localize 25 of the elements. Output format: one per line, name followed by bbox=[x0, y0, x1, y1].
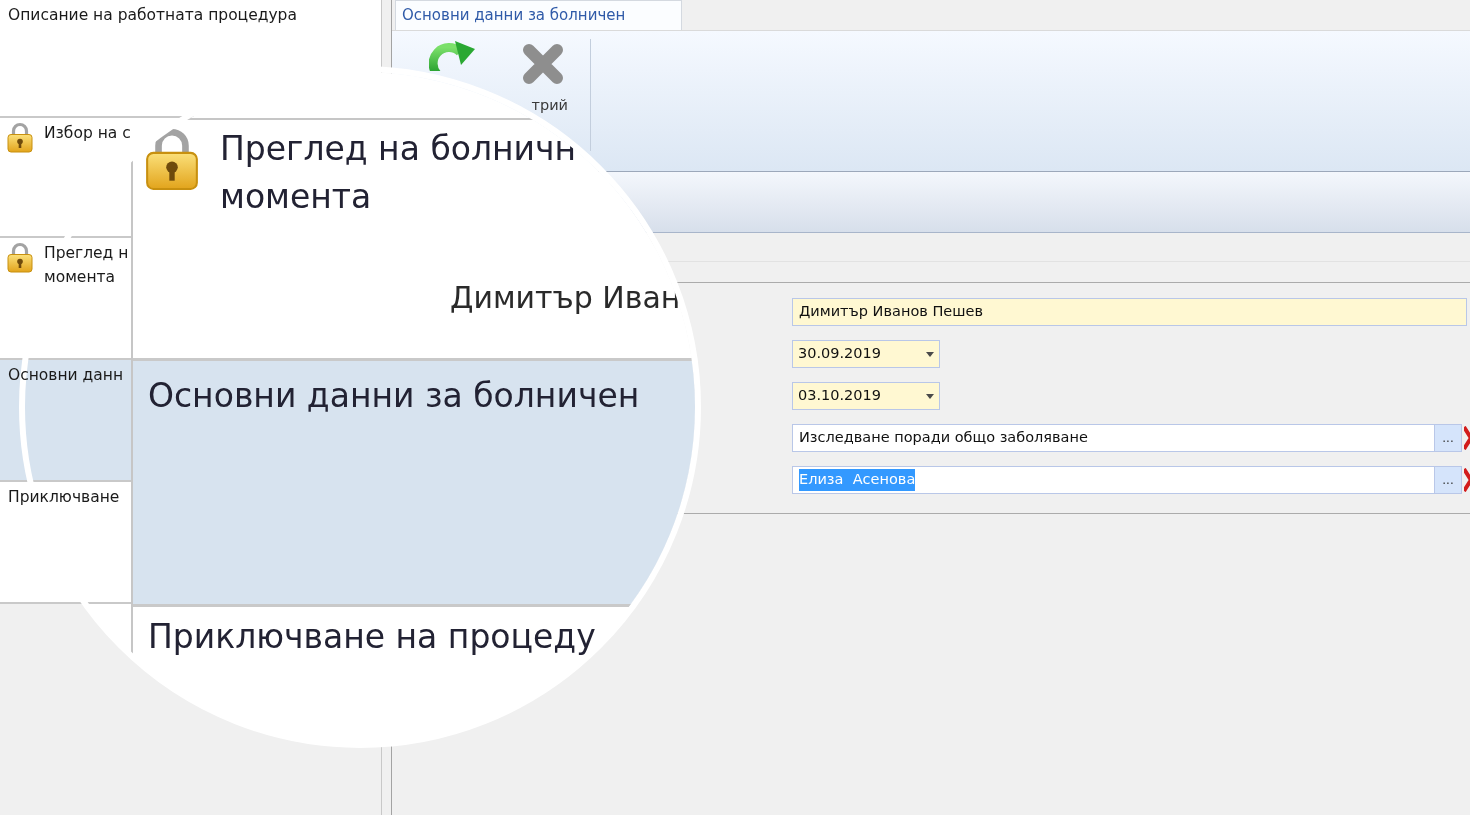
browse-button[interactable]: ... bbox=[1435, 466, 1462, 494]
x-icon bbox=[1464, 468, 1470, 492]
step-label: Преглед н момента bbox=[44, 243, 129, 288]
x-icon bbox=[1464, 426, 1470, 450]
lookup-field[interactable]: Изследване поради общо заболяване bbox=[792, 424, 1435, 452]
date-field[interactable]: 03.10.2019 bbox=[792, 382, 940, 410]
step-item[interactable]: Основни данн bbox=[0, 360, 131, 482]
step-label: Основни данни за болничен bbox=[148, 375, 640, 417]
caret-icon bbox=[926, 393, 934, 399]
step-item[interactable]: Основни данни за болничен bbox=[133, 361, 695, 607]
tab[interactable]: Основни данни за болничен bbox=[395, 0, 682, 30]
step-label: Описание на работната процедура bbox=[8, 5, 297, 26]
step-label: Преглед на болничн момента bbox=[220, 128, 577, 218]
selected-text: Елиза Асенова bbox=[799, 469, 916, 491]
step-label: Приключване на процеду bbox=[148, 616, 596, 658]
step-label: Избор на с bbox=[44, 123, 131, 144]
refresh-icon bbox=[429, 39, 477, 71]
browse-button[interactable]: ... bbox=[1435, 424, 1462, 452]
text-field[interactable]: Димитър Иванов Пешев bbox=[792, 298, 1467, 326]
step-label: Основни данн bbox=[8, 365, 124, 386]
delete-button[interactable]: трий bbox=[514, 37, 572, 112]
person-name: Димитър Иван bbox=[450, 279, 681, 317]
caret-icon bbox=[926, 351, 934, 357]
step-label: Приключване bbox=[8, 487, 120, 508]
date-field[interactable]: 30.09.2019 bbox=[792, 340, 940, 368]
